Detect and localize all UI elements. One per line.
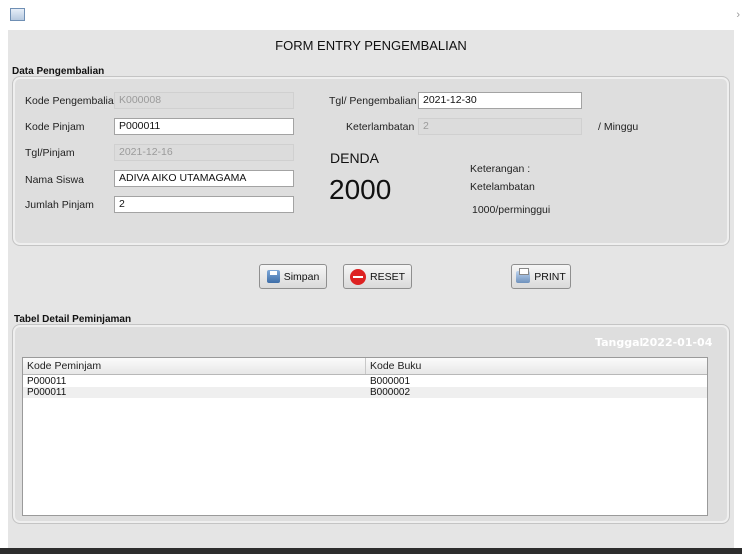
row-kode-peminjam: P000011 — [27, 387, 67, 398]
nama-siswa-label: Nama Siswa — [25, 174, 84, 186]
table-row[interactable]: P000011 B000001 — [23, 376, 707, 387]
table-row[interactable]: P000011 B000002 — [23, 387, 707, 398]
keterangan-line2: 1000/perminggui — [472, 204, 551, 216]
kode-pengembalian-field[interactable]: K000008 — [114, 92, 294, 109]
keterlambatan-field[interactable]: 2 — [418, 118, 582, 135]
keterangan-line1: Ketelambatan — [470, 181, 535, 193]
printer-icon — [516, 267, 531, 283]
column-header-kode-peminjam[interactable]: Kode Peminjam — [23, 358, 366, 374]
tgl-pinjam-field[interactable]: 2021-12-16 — [114, 144, 294, 161]
kode-pinjam-field[interactable]: P000011 — [114, 118, 294, 135]
tanggal-value: 2022-01-04 — [642, 336, 713, 349]
stop-icon — [349, 268, 366, 285]
kode-pinjam-label: Kode Pinjam — [25, 121, 85, 133]
kode-pengembalian-label: Kode Pengembalian — [25, 95, 120, 107]
reset-button-label: RESET — [369, 270, 405, 283]
keterangan-label: Keterangan : — [470, 163, 531, 175]
tanggal-label: Tanggal — [595, 336, 644, 349]
simpan-button-label: Simpan — [283, 270, 320, 283]
reset-button[interactable]: RESET — [343, 264, 412, 289]
tgl-pengembalian-field[interactable]: 2021-12-30 — [418, 92, 582, 109]
denda-value: 2000 — [329, 174, 392, 205]
print-button-label: PRINT — [534, 270, 566, 283]
row-kode-buku: B000002 — [370, 387, 411, 398]
taskbar-strip — [0, 548, 742, 554]
title-bar: › — [0, 0, 742, 30]
nama-siswa-field[interactable]: ADIVA AIKO UTAMAGAMA — [114, 170, 294, 187]
chevron-right-icon[interactable]: › — [736, 9, 740, 21]
print-button[interactable]: PRINT — [511, 264, 571, 289]
detail-peminjaman-table[interactable]: Kode Peminjam Kode Buku P000011 B000001 … — [22, 357, 708, 516]
keterlambatan-label: Keterlambatan — [346, 121, 415, 133]
save-disk-icon — [266, 270, 280, 283]
form-title: FORM ENTRY PENGEMBALIAN — [275, 38, 467, 53]
keterlambatan-unit: / Minggu — [598, 121, 639, 133]
row-kode-buku: B000001 — [370, 376, 411, 387]
row-kode-peminjam: P000011 — [27, 376, 67, 387]
column-header-kode-buku[interactable]: Kode Buku — [366, 358, 707, 374]
java-app-icon — [10, 8, 25, 21]
jumlah-pinjam-label: Jumlah Pinjam — [25, 199, 94, 211]
simpan-button[interactable]: Simpan — [259, 264, 327, 289]
tgl-pinjam-label: Tgl/Pinjam — [25, 147, 75, 159]
jumlah-pinjam-field[interactable]: 2 — [114, 196, 294, 213]
table-header: Kode Peminjam Kode Buku — [23, 358, 707, 375]
denda-label: DENDA — [330, 150, 380, 166]
form-window: FORM ENTRY PENGEMBALIAN Data Pengembalia… — [8, 30, 734, 548]
tgl-pengembalian-label: Tgl/ Pengembalian — [329, 95, 417, 107]
